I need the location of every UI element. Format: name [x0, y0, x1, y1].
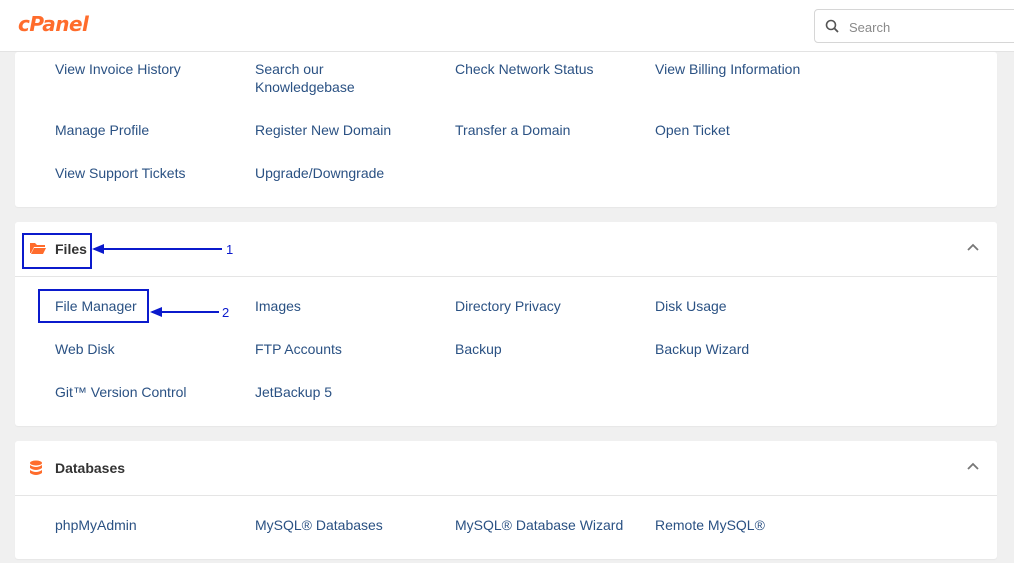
annotation-arrow-2 [150, 307, 219, 317]
scrollbar[interactable] [1008, 52, 1014, 563]
annotation-number-1: 1 [226, 242, 234, 257]
annotation-number-2: 2 [222, 305, 230, 320]
annotation-arrows [92, 244, 222, 317]
annotation-arrow-1 [92, 244, 222, 254]
